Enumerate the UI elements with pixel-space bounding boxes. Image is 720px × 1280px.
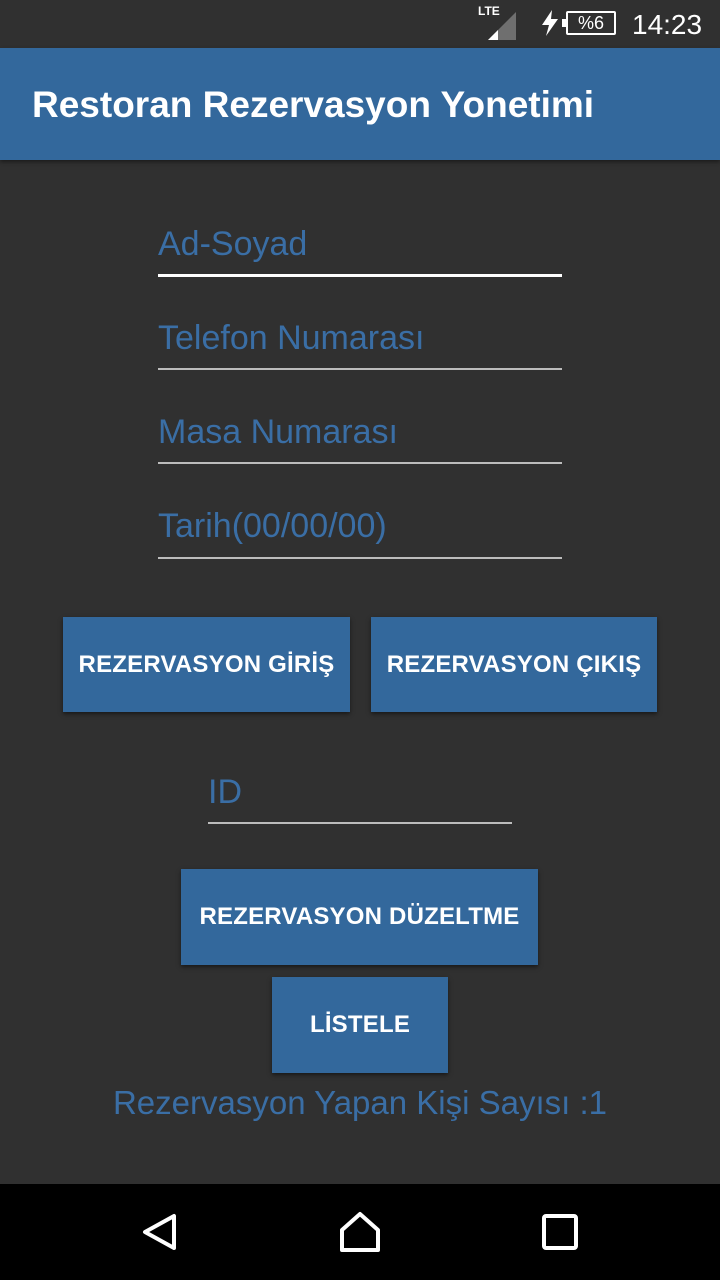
list-button[interactable]: LİSTELE [272,977,448,1073]
back-triangle-icon[interactable] [112,1184,208,1280]
navigation-bar [0,1184,720,1280]
reservation-checkin-button[interactable]: REZERVASYON GİRİŞ [63,617,350,712]
clock: 14:23 [632,9,703,40]
reservation-count-label: Rezervasyon Yapan Kişi Sayısı :1 [112,1084,608,1121]
app-bar: Restoran Rezervasyon Yonetimi [0,48,720,160]
home-icon[interactable] [312,1184,408,1280]
phone-input[interactable] [158,318,562,370]
battery-level: %6 [577,13,604,33]
status-bar: LTE %6 14:23 [0,0,720,48]
name-input[interactable] [158,224,562,277]
app-title: Restoran Rezervasyon Yonetimi [32,84,595,125]
date-input[interactable] [158,506,562,559]
recents-square-icon[interactable] [512,1184,608,1280]
table-number-input[interactable] [158,412,562,464]
signal-icon [486,10,518,45]
charging-bolt-icon [540,10,560,41]
reservation-checkout-button[interactable]: REZERVASYON ÇIKIŞ [371,617,657,712]
id-input[interactable] [208,772,512,824]
battery-icon: %6 [562,11,616,35]
reservation-edit-button[interactable]: REZERVASYON DÜZELTME [181,869,538,965]
